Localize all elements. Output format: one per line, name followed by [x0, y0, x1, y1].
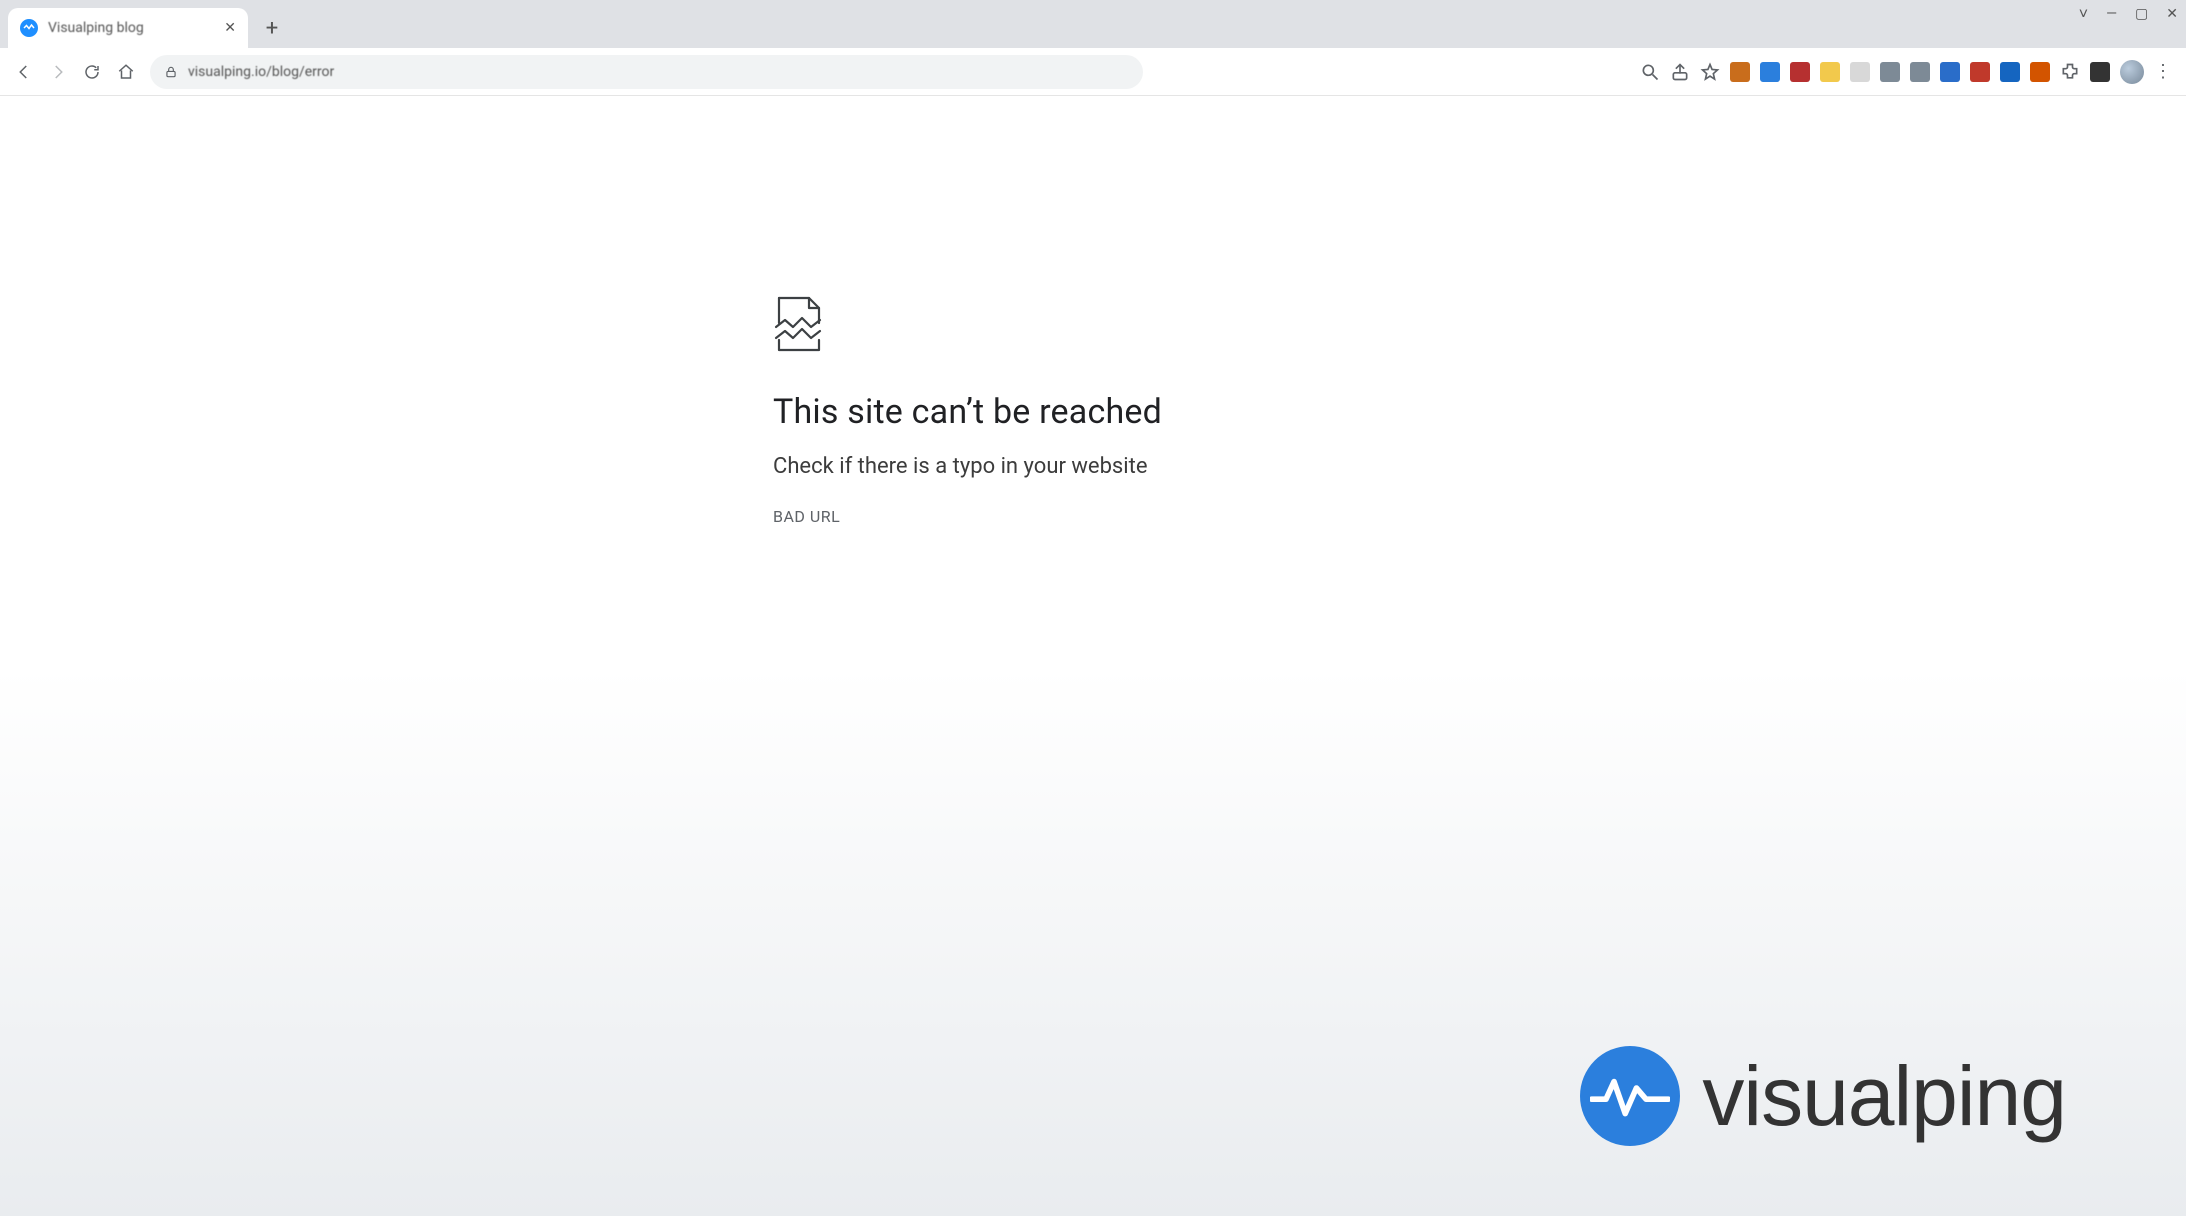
share-icon[interactable] — [1670, 62, 1690, 82]
extension-icon[interactable] — [2030, 62, 2050, 82]
toolbar-actions: ⋮ — [1640, 60, 2172, 84]
tab-title: Visualping blog — [48, 20, 214, 36]
extension-icon[interactable] — [2000, 62, 2020, 82]
browser-toolbar: visualping.io/blog/error — [0, 48, 2186, 96]
tab-search-chevron-icon[interactable]: ˅ — [2079, 6, 2088, 22]
address-bar[interactable]: visualping.io/blog/error — [150, 55, 1143, 89]
new-tab-button[interactable]: + — [256, 12, 288, 44]
back-button[interactable] — [14, 62, 34, 82]
visualping-watermark: visualping — [1580, 1046, 2066, 1146]
visualping-logo-text: visualping — [1702, 1048, 2066, 1145]
forward-button[interactable] — [48, 62, 68, 82]
window-minimize-icon[interactable]: — — [2106, 7, 2117, 21]
url-text: visualping.io/blog/error — [188, 64, 334, 80]
window-maximize-icon[interactable]: ▢ — [2135, 7, 2148, 21]
tab-strip: Visualping blog ✕ + ˅ — ▢ ✕ — [0, 0, 2186, 48]
profile-avatar[interactable] — [2120, 60, 2144, 84]
browser-menu-icon[interactable]: ⋮ — [2154, 61, 2172, 82]
site-info-lock-icon[interactable] — [164, 65, 178, 79]
extension-icon[interactable] — [1910, 62, 1930, 82]
extension-icon[interactable] — [1730, 62, 1750, 82]
extension-icon[interactable] — [1820, 62, 1840, 82]
extension-icon[interactable] — [1850, 62, 1870, 82]
home-button[interactable] — [116, 62, 136, 82]
error-title: This site can’t be reached — [773, 392, 1413, 432]
extension-icon[interactable] — [1940, 62, 1960, 82]
visualping-logo-icon — [1580, 1046, 1680, 1146]
window-close-icon[interactable]: ✕ — [2166, 7, 2178, 21]
extension-icon[interactable] — [1760, 62, 1780, 82]
tab-favicon — [20, 19, 38, 37]
browser-tab[interactable]: Visualping blog ✕ — [8, 8, 248, 48]
error-block: This site can’t be reached Check if ther… — [773, 296, 1413, 1216]
extension-icon[interactable] — [2090, 62, 2110, 82]
bookmark-star-icon[interactable] — [1700, 62, 1720, 82]
extensions-puzzle-icon[interactable] — [2060, 62, 2080, 82]
broken-page-icon — [773, 296, 1413, 358]
extension-icon[interactable] — [1790, 62, 1810, 82]
search-icon[interactable] — [1640, 62, 1660, 82]
error-code: BAD URL — [773, 507, 1413, 526]
extension-icon[interactable] — [1880, 62, 1900, 82]
tab-close-icon[interactable]: ✕ — [224, 20, 236, 36]
error-subtitle: Check if there is a typo in your website — [773, 454, 1413, 479]
window-controls: ˅ — ▢ ✕ — [2079, 6, 2178, 22]
reload-button[interactable] — [82, 62, 102, 82]
extension-icon[interactable] — [1970, 62, 1990, 82]
